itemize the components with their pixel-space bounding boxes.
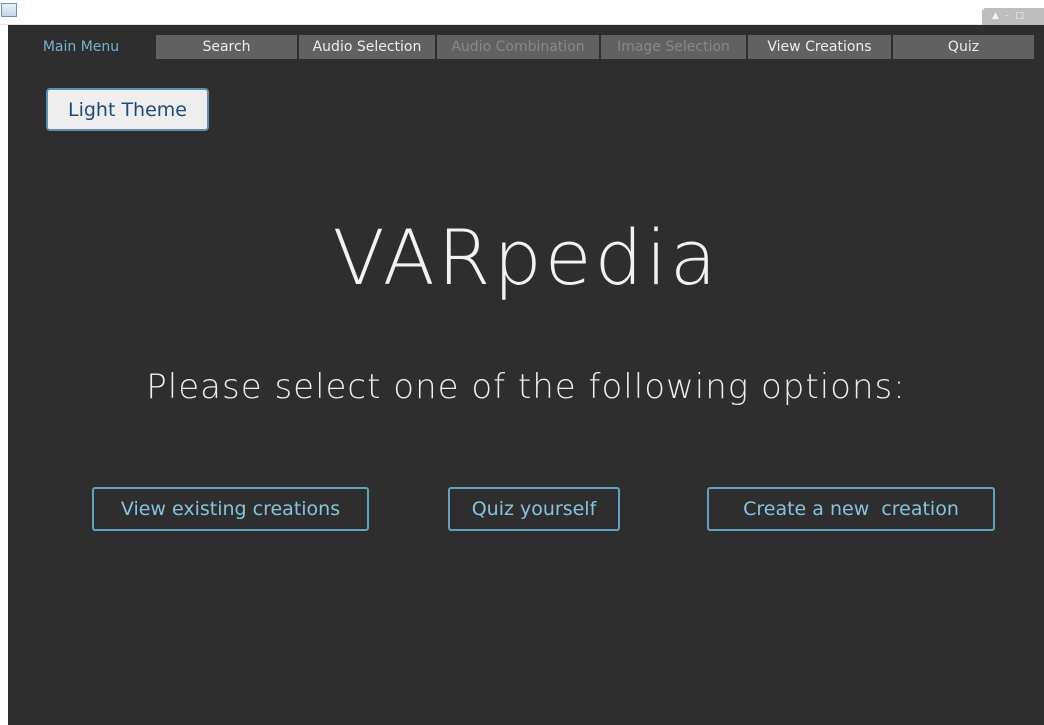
app-title: VARpedia [332,213,720,302]
instruction-text: Please select one of the following optio… [146,367,906,407]
quiz-yourself-button[interactable]: Quiz yourself [448,487,620,531]
pin-icon[interactable]: ▲ [992,8,999,25]
tab-audio-selection[interactable]: Audio Selection [299,35,437,59]
window-titlebar: ▲ – □ [0,0,1044,25]
tab-audio-combination: Audio Combination [437,35,601,59]
light-theme-button[interactable]: Light Theme [46,88,209,131]
tab-quiz[interactable]: Quiz [893,35,1036,59]
view-existing-creations-button[interactable]: View existing creations [92,487,369,531]
tab-image-selection: Image Selection [601,35,748,59]
app-window: Main Menu Search Audio Selection Audio C… [8,25,1044,725]
tab-view-creations[interactable]: View Creations [748,35,893,59]
window-app-icon [1,3,17,17]
minimize-icon[interactable]: – [1005,8,1010,25]
tab-main-menu[interactable]: Main Menu [8,35,156,59]
tab-search[interactable]: Search [156,35,299,59]
window-controls: ▲ – □ [982,8,1044,25]
maximize-icon[interactable]: □ [1015,8,1024,25]
create-new-creation-button[interactable]: Create a new creation [707,487,995,531]
tab-bar: Main Menu Search Audio Selection Audio C… [8,35,1044,59]
